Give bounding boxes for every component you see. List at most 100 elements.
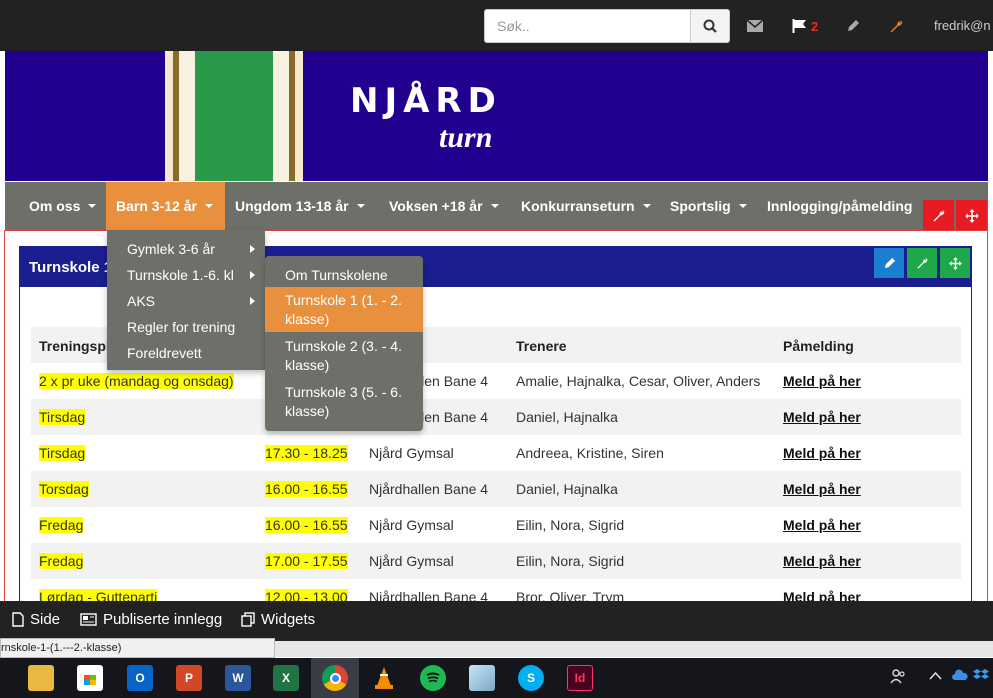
nav-sportslig[interactable]: Sportslig — [660, 182, 757, 230]
signup-link[interactable]: Meld på her — [783, 517, 861, 533]
tray-chevron-up-icon[interactable] — [929, 668, 942, 684]
published-posts-button[interactable]: Publiserte innlegg — [80, 611, 222, 628]
signup-link[interactable]: Meld på her — [783, 373, 861, 389]
search-input[interactable] — [485, 10, 691, 42]
powerpoint-icon[interactable]: P — [176, 665, 202, 691]
pencil-icon — [848, 20, 859, 31]
outlook-icon[interactable]: O — [127, 665, 153, 691]
nav-label: Barn 3-12 år — [116, 198, 197, 214]
site-logo[interactable]: NJÅRD — [350, 81, 502, 121]
cell-trainers: Eilin, Nora, Sigrid — [516, 553, 625, 569]
cell-day: Fredag — [39, 517, 84, 533]
caret-right-icon — [250, 245, 255, 253]
dropdown-item-gymlek[interactable]: Gymlek 3-6 år — [127, 241, 215, 257]
panel-settings-button[interactable] — [907, 248, 937, 278]
banner-stripe — [165, 51, 173, 181]
nav-barn[interactable]: Barn 3-12 år — [106, 182, 225, 230]
people-icon[interactable] — [890, 668, 906, 687]
dropdown-turnskole: Om Turnskolene Turnskole 1 (1. - 2. klas… — [265, 256, 423, 431]
dropdown-item-turnskole-1[interactable]: Turnskole 1 (1. - 2. klasse) — [265, 287, 423, 332]
dropdown-item-foreldrevett[interactable]: Foreldrevett — [127, 345, 202, 361]
spotify-icon[interactable] — [420, 665, 446, 691]
banner-stripe — [295, 51, 303, 181]
dropbox-tray-icon[interactable] — [973, 668, 989, 685]
menu-settings-button[interactable] — [923, 200, 954, 231]
flags-button[interactable]: 2 — [792, 14, 818, 38]
newspaper-icon — [80, 613, 97, 626]
flag-count: 2 — [811, 18, 819, 34]
panel-title: Turnskole 1 — [29, 259, 113, 276]
dropdown-item-turnskole-3[interactable]: Turnskole 3 (5. - 6. klasse) — [265, 379, 423, 424]
copy-icon — [241, 612, 255, 627]
signup-link[interactable]: Meld på her — [783, 409, 861, 425]
dropdown-item-turnskole-2[interactable]: Turnskole 2 (3. - 4. klasse) — [265, 333, 423, 378]
messages-button[interactable] — [747, 14, 763, 38]
chrome-icon[interactable] — [322, 665, 348, 691]
dropdown-item-om-turnskolene[interactable]: Om Turnskolene — [265, 264, 423, 288]
widgets-button[interactable]: Widgets — [241, 611, 315, 628]
dropdown-item-aks[interactable]: AKS — [127, 293, 155, 309]
cell-place: Njård Gymsal — [369, 517, 454, 533]
flag-icon — [792, 19, 806, 33]
panel-edit-button[interactable] — [874, 248, 904, 278]
nav-konkurranseturn[interactable]: Konkurranseturn — [511, 182, 661, 230]
notes-app-icon[interactable] — [469, 665, 495, 691]
cell-day: Fredag — [39, 553, 84, 569]
excel-icon[interactable]: X — [273, 665, 299, 691]
cell-time: 16.00 - 16.55 — [265, 517, 348, 533]
nav-label: Ungdom 13-18 år — [235, 198, 349, 214]
user-menu[interactable]: fredrik@n — [934, 18, 991, 33]
site-banner: NJÅRD turn — [5, 51, 988, 181]
cell-time: 17.00 - 17.55 — [265, 553, 348, 569]
envelope-icon — [747, 20, 763, 32]
banner-stripe — [179, 51, 195, 181]
caret-right-icon — [250, 297, 255, 305]
caret-down-icon — [490, 204, 499, 208]
nav-ungdom[interactable]: Ungdom 13-18 år — [225, 182, 375, 230]
side-button[interactable]: Side — [12, 611, 60, 628]
dropdown-item-regler[interactable]: Regler for trening — [127, 319, 235, 335]
cloud-icon — [952, 669, 968, 680]
skype-icon[interactable]: S — [518, 665, 544, 691]
tools-button[interactable] — [889, 14, 904, 38]
signup-link[interactable]: Meld på her — [783, 445, 861, 461]
edit-button[interactable] — [846, 14, 860, 38]
wrench-icon — [932, 210, 944, 222]
banner-stripe — [273, 51, 289, 181]
wrench-icon — [890, 20, 903, 32]
file-explorer-icon[interactable] — [28, 665, 54, 691]
menu-move-button[interactable] — [956, 200, 987, 231]
nav-om-oss[interactable]: Om oss — [19, 182, 106, 230]
onedrive-tray-icon[interactable] — [952, 668, 968, 684]
indesign-icon[interactable]: Id — [567, 665, 593, 691]
signup-link[interactable]: Meld på her — [783, 481, 861, 497]
cell-day: Tirsdag — [39, 445, 86, 461]
store-bag-icon — [84, 675, 96, 685]
widgets-label: Widgets — [261, 611, 316, 628]
cell-trainers: Amalie, Hajnalka, Cesar, Oliver, Anders — [516, 373, 761, 389]
cell-place: Njård Gymsal — [369, 445, 454, 461]
vlc-icon[interactable] — [371, 665, 397, 691]
nav-voksen[interactable]: Voksen +18 år — [379, 182, 509, 230]
admin-bar: 2 fredrik@n — [0, 0, 993, 51]
search-button[interactable] — [690, 10, 729, 42]
people-tray-icon — [890, 669, 905, 684]
panel-move-button[interactable] — [940, 248, 970, 278]
nav-innlogging[interactable]: Innlogging/påmelding — [757, 182, 912, 230]
side-label: Side — [30, 611, 61, 628]
cell-time: 16.00 - 16.55 — [265, 481, 348, 497]
word-icon[interactable]: W — [225, 665, 251, 691]
caret-down-icon — [204, 204, 213, 208]
cell-place: Njårdhallen Bane 4 — [369, 481, 489, 497]
cell-trainers: Eilin, Nora, Sigrid — [516, 517, 625, 533]
horizontal-scrollbar[interactable] — [275, 641, 993, 657]
header-signup: Påmelding — [783, 338, 854, 354]
cell-day: Torsdag — [39, 481, 89, 497]
move-icon — [948, 256, 962, 270]
signup-link[interactable]: Meld på her — [783, 553, 861, 569]
dropdown-item-turnskole[interactable]: Turnskole 1.-6. kl — [127, 267, 234, 283]
banner-stripe — [195, 51, 273, 181]
chevron-up-icon — [929, 671, 942, 680]
main-nav: Om oss Barn 3-12 år Ungdom 13-18 år Voks… — [5, 182, 988, 230]
store-icon[interactable] — [77, 665, 103, 691]
